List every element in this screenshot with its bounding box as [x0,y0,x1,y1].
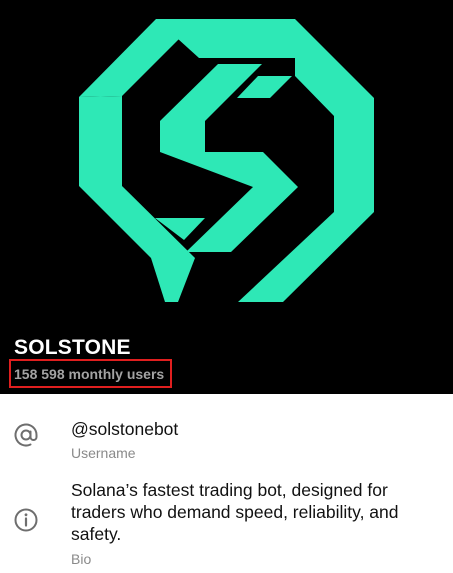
bio-row: Solana’s fastest trading bot, designed f… [0,474,453,573]
profile-header: SOLSTONE 158 598 monthly users [0,0,453,394]
logo-mark [79,19,374,302]
bot-name: SOLSTONE [14,336,131,359]
bio-value: Solana’s fastest trading bot, designed f… [71,480,399,544]
at-sign-icon [13,422,39,453]
username-value[interactable]: @solstonebot [71,418,178,440]
monthly-users-count: 158 598 monthly users [14,366,165,382]
info-icon [13,507,39,538]
username-row[interactable]: @solstonebot Username [0,394,453,474]
solstone-logo [79,19,374,302]
username-label: Username [71,445,136,461]
bio-label: Bio [71,551,92,567]
